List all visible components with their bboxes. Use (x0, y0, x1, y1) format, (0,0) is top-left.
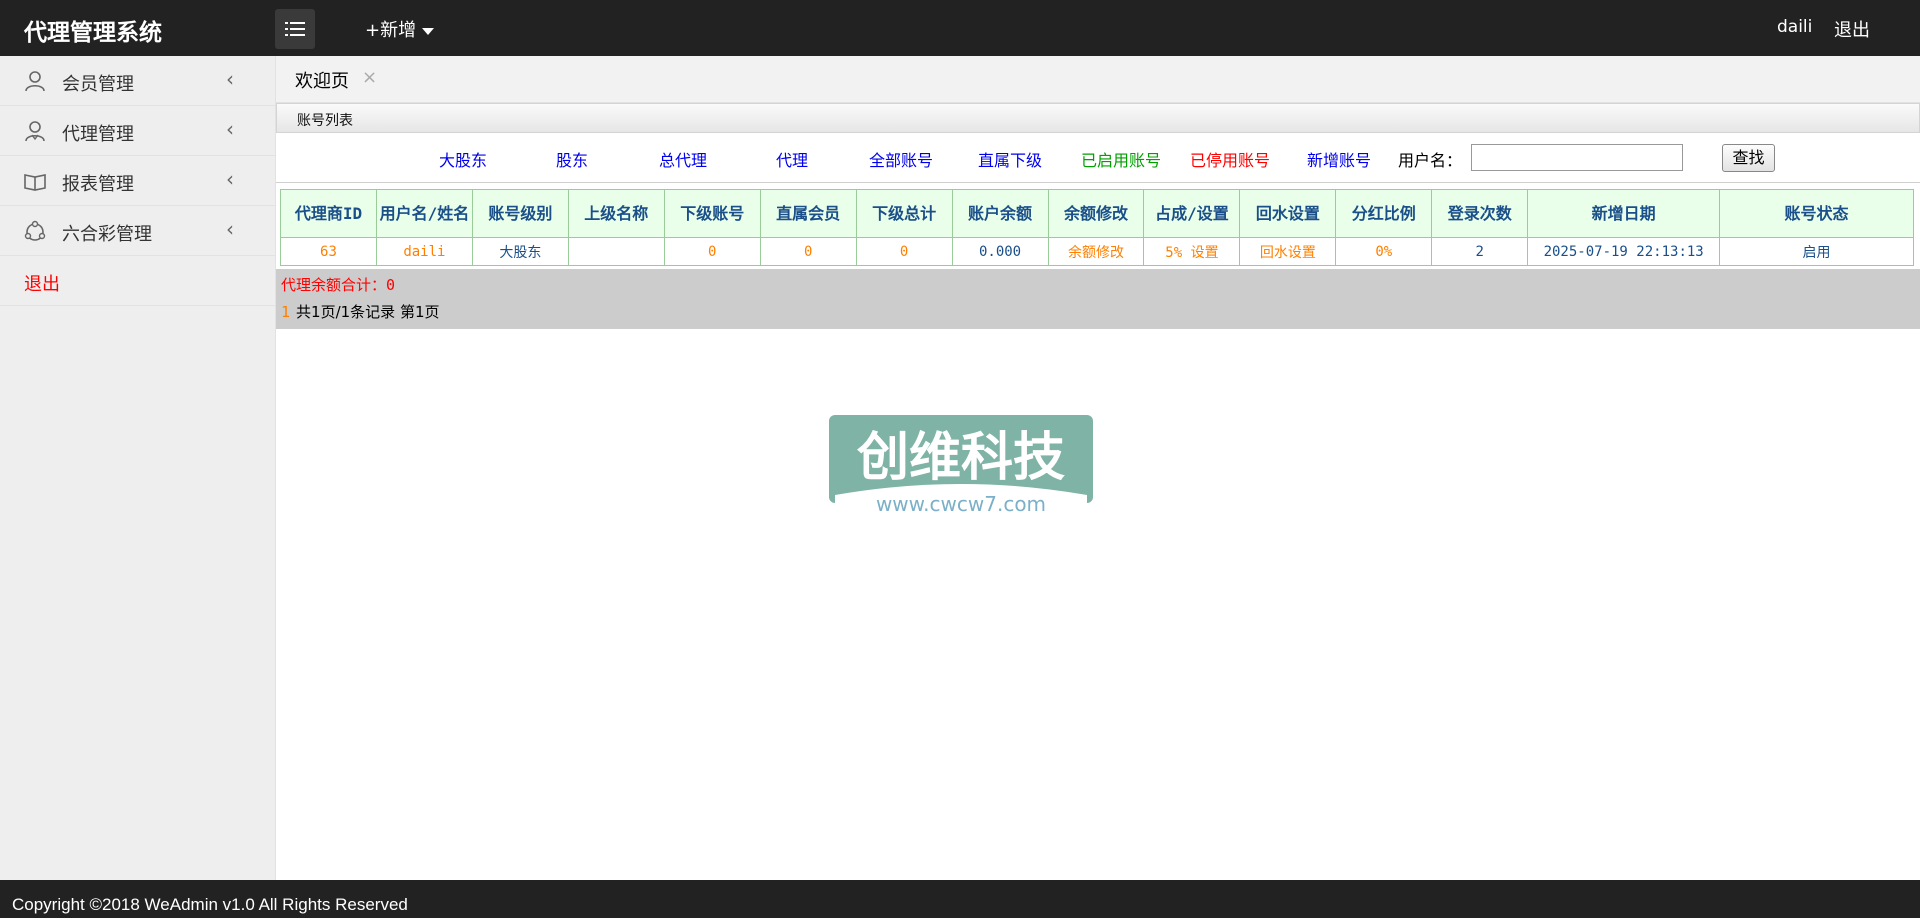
copyright-text: Copyright ©2018 WeAdmin v1.0 All Rights … (12, 895, 408, 914)
watermark-url: www.cwcw7.com (876, 492, 1046, 516)
sidebar-item-label: 六合彩管理 (62, 224, 152, 245)
chevron-left-icon: ‹ (226, 117, 234, 141)
filter-disabled-accounts[interactable]: 已停用账号 (1190, 147, 1270, 171)
chevron-left-icon: ‹ (226, 167, 234, 191)
sidebar: 会员管理 ‹ 代理管理 ‹ 报表管理 ‹ 六合彩管理 ‹ 退出 (0, 56, 276, 880)
balance-total: 代理余额合计：0 (281, 276, 396, 294)
col-balance: 账户余额 (951, 189, 1049, 238)
col-parent-name: 上级名称 (567, 189, 665, 238)
menu-toggle-button[interactable] (275, 9, 315, 49)
filter-shareholder[interactable]: 股东 (556, 147, 588, 171)
panel-title: 账号列表 (297, 113, 353, 129)
chevron-left-icon: ‹ (226, 217, 234, 241)
filter-agent[interactable]: 代理 (776, 147, 808, 171)
col-share-settings: 占成/设置 (1143, 189, 1241, 238)
report-icon (24, 174, 46, 191)
lottery-icon (24, 220, 46, 241)
filter-major-shareholder[interactable]: 大股东 (439, 147, 487, 171)
username-input[interactable] (1471, 144, 1683, 171)
main-content: 账号列表 大股东 股东 总代理 代理 全部账号 直属下级 已启用账号 已停用账号… (276, 103, 1920, 880)
col-agent-id: 代理商ID (280, 189, 377, 238)
username-label: 用户名： (1398, 151, 1463, 170)
app-title: 代理管理系统 (24, 20, 162, 46)
sidebar-item-label: 会员管理 (62, 74, 134, 95)
close-icon[interactable]: × (362, 67, 377, 88)
rebate-settings-link[interactable]: 回水设置 (1239, 237, 1337, 266)
filter-all-accounts[interactable]: 全部账号 (869, 147, 933, 171)
watermark-logo: 创维科技 www.cwcw7.com (829, 415, 1093, 516)
logout-link[interactable]: 退出 (1834, 16, 1870, 42)
cell-sub-total: 0 (855, 237, 953, 266)
add-new-label: +新增 (365, 20, 417, 41)
cell-agent-id: 63 (280, 237, 377, 266)
cell-dividend-ratio: 0% (1335, 237, 1433, 266)
cell-sub-accounts[interactable]: 0 (663, 237, 761, 266)
sidebar-item-lottery[interactable]: 六合彩管理 ‹ (0, 206, 275, 256)
filter-direct-subordinates[interactable]: 直属下级 (978, 147, 1042, 171)
cell-balance: 0.000 (951, 237, 1049, 266)
summary-bar: 代理余额合计：0 1 共1页/1条记录 第1页 (276, 269, 1920, 329)
account-status-link[interactable]: 启用 (1719, 237, 1914, 266)
agent-icon (25, 121, 45, 142)
cell-account-level: 大股东 (471, 237, 569, 266)
caret-down-icon (422, 27, 435, 35)
col-sub-total: 下级总计 (855, 189, 953, 238)
tab-bar: 欢迎页 × (276, 56, 1920, 103)
add-new-dropdown[interactable]: +新增 (365, 16, 435, 42)
table-row: 63 daili 大股东 0 0 0 0.000 余额修改 5% 设置 回水设置… (280, 237, 1914, 266)
account-table: 代理商ID 用户名/姓名 账号级别 上级名称 下级账号 直属会员 下级总计 账户… (280, 189, 1914, 266)
balance-edit-link[interactable]: 余额修改 (1047, 237, 1145, 266)
col-sub-accounts: 下级账号 (663, 189, 761, 238)
add-account-link[interactable]: 新增账号 (1307, 147, 1371, 171)
sidebar-item-label: 报表管理 (62, 174, 134, 195)
cell-parent-name (567, 237, 665, 266)
footer: Copyright ©2018 WeAdmin v1.0 All Rights … (0, 880, 1920, 918)
panel-header: 账号列表 (276, 103, 1920, 133)
share-settings-link[interactable]: 5% 设置 (1143, 237, 1241, 266)
filter-general-agent[interactable]: 总代理 (659, 147, 707, 171)
col-created-date: 新增日期 (1527, 189, 1721, 238)
top-navbar: 代理管理系统 +新增 daili 退出 (0, 0, 1920, 56)
tab-welcome[interactable]: 欢迎页 (295, 67, 349, 93)
sidebar-item-report[interactable]: 报表管理 ‹ (0, 156, 275, 206)
user-icon (25, 71, 45, 92)
col-account-status: 账号状态 (1719, 189, 1914, 238)
page-number[interactable]: 1 (281, 303, 290, 321)
table-header-row: 代理商ID 用户名/姓名 账号级别 上级名称 下级账号 直属会员 下级总计 账户… (280, 189, 1914, 238)
sidebar-logout-label: 退出 (24, 274, 60, 295)
pagination: 1 共1页/1条记录 第1页 (281, 301, 439, 322)
sidebar-item-label: 代理管理 (62, 124, 134, 145)
chevron-left-icon: ‹ (226, 67, 234, 91)
col-username: 用户名/姓名 (375, 189, 473, 238)
sidebar-item-member[interactable]: 会员管理 ‹ (0, 56, 275, 106)
cell-login-count: 2 (1431, 237, 1529, 266)
current-user[interactable]: daili (1777, 17, 1812, 37)
watermark-text: 创维科技 (856, 428, 1065, 488)
col-dividend-ratio: 分红比例 (1335, 189, 1433, 238)
col-rebate-settings: 回水设置 (1239, 189, 1337, 238)
sidebar-logout[interactable]: 退出 (0, 256, 275, 306)
cell-direct-members[interactable]: 0 (759, 237, 857, 266)
col-direct-members: 直属会员 (759, 189, 857, 238)
col-account-level: 账号级别 (471, 189, 569, 238)
page-info: 共1页/1条记录 第1页 (296, 303, 440, 321)
filter-enabled-accounts[interactable]: 已启用账号 (1081, 147, 1161, 171)
col-login-count: 登录次数 (1431, 189, 1529, 238)
cell-created-date: 2025-07-19 22:13:13 (1527, 237, 1721, 266)
cell-username: daili (375, 237, 473, 266)
col-balance-edit: 余额修改 (1047, 189, 1145, 238)
search-button[interactable]: 查找 (1722, 144, 1775, 172)
filter-bar: 大股东 股东 总代理 代理 全部账号 直属下级 已启用账号 已停用账号 新增账号… (276, 133, 1920, 183)
sidebar-item-agent[interactable]: 代理管理 ‹ (0, 106, 275, 156)
